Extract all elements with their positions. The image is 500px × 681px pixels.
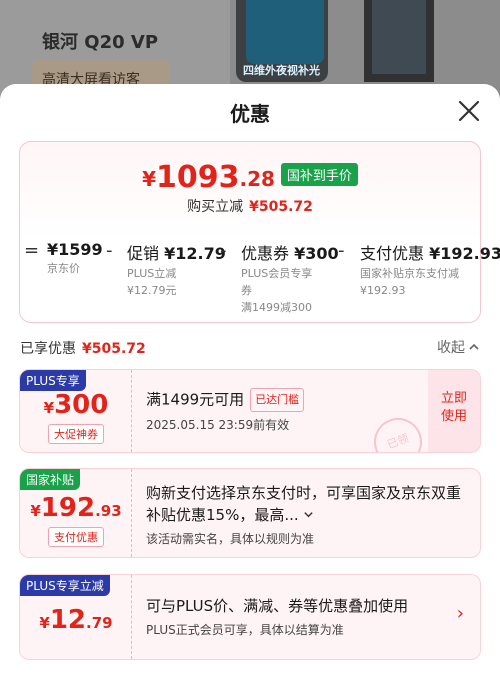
coupon-amount-value: 300	[54, 390, 109, 420]
breakdown-note: ¥12.79元	[127, 284, 177, 297]
coupon-label: 支付优惠	[48, 527, 104, 547]
price-summary-card: ¥ 1093 .28 国补到手价 购买立减 ¥505.72 = ¥1599 京东价…	[19, 141, 500, 323]
use-now-button[interactable]: 立即使用	[428, 370, 480, 452]
breakdown-note: 券	[241, 284, 252, 297]
operator-minus: -	[220, 240, 227, 261]
coupon-badge: 国家补贴	[20, 469, 81, 490]
breakdown-label: 优惠券	[241, 244, 290, 263]
breakdown-value: ¥300	[294, 244, 339, 263]
final-price-currency: ¥	[142, 167, 156, 191]
sheet-title: 优惠	[230, 102, 270, 126]
coupon-amount-decimal: .93	[95, 502, 122, 520]
breakdown-label: 支付优惠	[360, 244, 425, 263]
breakdown-item-promotion: 促销 ¥12.79 PLUS立减 ¥12.79元	[127, 240, 226, 298]
chevron-down-icon[interactable]	[303, 509, 314, 520]
breakdown-value: ¥12.79	[164, 244, 226, 263]
breakdown-item-payment: 支付优惠 ¥192.93 国家补贴京东支付减 ¥192.93	[360, 240, 500, 298]
breakdown-value: ¥192.93	[429, 244, 500, 263]
coupon-amount: ¥300	[20, 390, 132, 420]
collapse-label: 收起	[437, 340, 465, 356]
product-title: 银河 Q20 VP	[42, 32, 159, 53]
coupon-amount-panel: PLUS专享立减 ¥12.79	[20, 575, 132, 659]
discount-sheet: 优惠 ¥ 1093 .28 国补到手价 购买立减 ¥505.72 = ¥1599 …	[0, 84, 500, 681]
coupon-note: 该活动需实名，具体以规则为准	[146, 532, 315, 546]
coupon-amount-panel: PLUS专享 ¥300 大促神券	[20, 370, 132, 452]
product-image-screen	[246, 0, 324, 64]
coupon-amount-decimal: .79	[86, 614, 113, 632]
breakdown-value: ¥1599	[47, 240, 103, 259]
operator-minus: -	[106, 240, 113, 261]
instant-reduction-label: 购买立减	[187, 199, 244, 215]
coupon-currency: ¥	[43, 399, 55, 417]
operator-equals: =	[24, 240, 40, 261]
coupon-expiry: 2025.05.15 23:59前有效	[146, 418, 290, 432]
coupon-amount: ¥12.79	[20, 605, 132, 635]
final-price: ¥ 1093 .28 国补到手价	[20, 162, 480, 194]
coupon-amount: ¥192.93	[20, 493, 132, 523]
breakdown-item-list-price: ¥1599 京东价	[47, 240, 103, 276]
coupon-currency: ¥	[30, 502, 41, 520]
coupon-card-subsidy[interactable]: 国家补贴 ¥192.93 支付优惠 购新支付选择京东支付时，可享国家及京东双重补…	[19, 468, 481, 558]
coupon-threshold-tag: 已达门槛	[250, 388, 305, 412]
coupon-badge: PLUS专享立减	[20, 575, 110, 596]
coupon-note: PLUS正式会员可享，具体以结算为准	[146, 623, 344, 637]
final-price-integer: 1093	[155, 160, 240, 195]
breakdown-note: ¥192.93	[360, 284, 406, 297]
operator-minus: -	[338, 240, 345, 261]
product-image-caption: 四维外夜视补光	[243, 64, 320, 77]
coupon-card-plus: PLUS专享 ¥300 大促神券 满1499元可用 已达门槛 2025.05.15…	[19, 369, 481, 453]
saved-label: 已享优惠	[20, 341, 76, 357]
coupon-label: 大促神券	[48, 424, 104, 444]
saved-value: ¥505.72	[82, 341, 146, 357]
use-now-label: 立即使用	[440, 391, 467, 424]
claimed-stamp: 已领	[367, 411, 429, 452]
saved-total: 已享优惠 ¥505.72	[20, 338, 146, 358]
coupon-title: 可与PLUS价、满减、券等优惠叠加使用	[146, 597, 409, 615]
close-icon[interactable]	[458, 100, 480, 122]
coupon-amount-value: 192	[40, 493, 96, 523]
breakdown-note: 国家补贴京东支付减	[360, 267, 459, 280]
breakdown-note: 满1499减300	[241, 301, 312, 314]
coupon-title: 满1499元可用	[146, 390, 245, 409]
final-price-tag: 国补到手价	[280, 163, 358, 186]
final-price-decimal: .28	[239, 167, 275, 191]
chevron-right-icon[interactable]: ›	[457, 603, 464, 624]
coupon-amount-panel: 国家补贴 ¥192.93 支付优惠	[20, 469, 132, 557]
breakdown-note: 京东价	[47, 262, 80, 275]
coupon-details: 购新支付选择京东支付时，可享国家及京东双重补贴优惠15%，最高... 该活动需实…	[146, 482, 466, 547]
coupon-details: 满1499元可用 已达门槛 2025.05.15 23:59前有效	[146, 388, 305, 433]
coupon-card-plus-reduction[interactable]: PLUS专享立减 ¥12.79 可与PLUS价、满减、券等优惠叠加使用 PLUS…	[19, 574, 481, 660]
breakdown-item-coupon: 优惠券 ¥300 PLUS会员专享 券 满1499减300	[241, 240, 339, 315]
chevron-up-icon	[469, 343, 479, 350]
breakdown-note: PLUS立减	[127, 267, 177, 280]
coupon-currency: ¥	[39, 614, 50, 632]
breakdown-label: 促销	[127, 244, 160, 263]
instant-reduction-value: ¥505.72	[249, 199, 313, 215]
coupon-details: 可与PLUS价、满减、券等优惠叠加使用 PLUS正式会员可享，具体以结算为准	[146, 595, 408, 638]
collapse-button[interactable]: 收起	[437, 337, 480, 357]
coupon-amount-value: 12	[49, 605, 87, 635]
coupon-badge: PLUS专享	[20, 370, 86, 391]
product-image-screen-2	[372, 0, 426, 74]
instant-reduction: 购买立减 ¥505.72	[20, 196, 480, 216]
breakdown-note: PLUS会员专享	[241, 267, 313, 280]
